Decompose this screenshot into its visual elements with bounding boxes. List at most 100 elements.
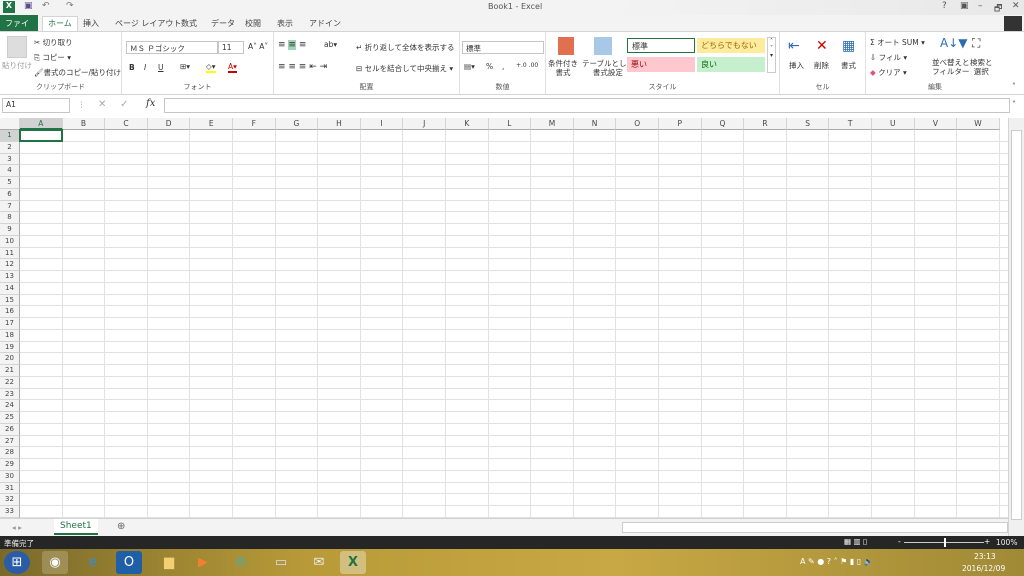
row-header[interactable]: 16 (0, 306, 20, 318)
chrome-taskbar-icon[interactable]: ◉ (42, 551, 68, 574)
row-header[interactable]: 9 (0, 224, 20, 236)
row-header[interactable]: 3 (0, 153, 20, 166)
column-header[interactable]: F (233, 118, 276, 130)
percent-button[interactable]: % (486, 62, 493, 71)
enter-icon[interactable]: ✓ (120, 99, 128, 110)
row-header[interactable]: 25 (0, 412, 20, 424)
orientation-icon[interactable]: ab▾ (324, 40, 337, 49)
style-good[interactable]: 良い (697, 57, 765, 72)
tab-addins[interactable]: アドイン (304, 17, 346, 32)
font-color-icon[interactable]: A▾ (228, 62, 237, 73)
merge-center-button[interactable]: ⊟ セルを結合して中央揃え ▾ (356, 63, 453, 74)
collapse-ribbon-icon[interactable]: ˄ (1012, 82, 1016, 91)
conditional-format-button[interactable]: 条件付き 書式 (548, 59, 578, 77)
vertical-scrollbar[interactable] (1008, 118, 1024, 536)
ribbon-display-button[interactable]: ▣ (960, 1, 969, 11)
paste-button[interactable]: 貼り付け (2, 60, 32, 71)
selected-cell-a1[interactable] (19, 129, 63, 142)
row-header[interactable]: 2 (0, 141, 20, 154)
row-header[interactable]: 14 (0, 282, 20, 295)
row-header[interactable]: 30 (0, 470, 20, 483)
row-header[interactable]: 27 (0, 435, 20, 448)
currency-icon[interactable]: ▤▾ (464, 62, 475, 71)
style-normal[interactable]: 標準 (627, 38, 695, 53)
row-header[interactable]: 5 (0, 177, 20, 189)
ie-taskbar-icon[interactable]: e (80, 551, 106, 574)
row-header[interactable]: 15 (0, 294, 20, 307)
row-header[interactable]: 18 (0, 329, 20, 342)
view-buttons[interactable]: ▦ ▥ ▯ (844, 537, 867, 546)
column-header[interactable]: U (872, 118, 915, 130)
horizontal-scrollbar[interactable] (622, 522, 1008, 533)
insert-cells-button[interactable]: 挿入 (789, 60, 804, 71)
zoom-out-button[interactable]: - (898, 537, 901, 546)
media-player-taskbar-icon[interactable]: ▶ (190, 551, 216, 574)
column-header[interactable]: O (616, 118, 659, 130)
column-header[interactable]: M (531, 118, 574, 130)
vertical-scroll-thumb[interactable] (1011, 130, 1022, 520)
tab-file[interactable]: ファイル (0, 15, 38, 39)
redo-icon[interactable]: ↷ (66, 1, 74, 11)
clock-date[interactable]: 2016/12/09 (962, 564, 1005, 573)
column-header[interactable]: V (914, 118, 958, 130)
column-header[interactable]: L (488, 118, 532, 130)
clear-button[interactable]: ◆ クリア ▾ (870, 67, 907, 78)
outlook-taskbar-icon[interactable]: O (116, 551, 142, 574)
row-header[interactable]: 10 (0, 235, 20, 248)
row-header[interactable]: 21 (0, 365, 20, 377)
row-header[interactable]: 4 (0, 165, 20, 177)
clock-time[interactable]: 23:13 (974, 552, 996, 561)
start-button[interactable]: ⊞ (4, 551, 30, 574)
insert-function-button[interactable]: fx (146, 98, 155, 109)
zoom-slider-thumb[interactable] (944, 538, 946, 547)
grow-font-button[interactable]: A˄ A˅ (248, 42, 268, 51)
font-name-select[interactable]: ＭＳ Ｐゴシック (126, 41, 218, 54)
italic-button[interactable]: I (144, 63, 146, 72)
explorer-taskbar-icon[interactable]: ▆ (156, 551, 182, 574)
number-format-select[interactable]: 標準 (462, 41, 544, 54)
format-cells-button[interactable]: 書式 (841, 60, 856, 71)
tab-formulas[interactable]: 数式 (176, 17, 202, 32)
help-button[interactable]: ? (942, 1, 947, 11)
name-box[interactable]: A1 (2, 98, 70, 113)
column-header[interactable]: T (829, 118, 872, 130)
style-neutral[interactable]: どちらでもない (697, 38, 765, 53)
cut-button[interactable]: ✂ 切り取り (34, 37, 73, 48)
column-header[interactable]: R (744, 118, 787, 130)
decimal-icons[interactable]: +.0 .00 (516, 62, 538, 69)
horizontal-align-icons[interactable]: ≡ ≡ ≡ ⇤ ⇥ (278, 62, 327, 72)
tab-insert[interactable]: 挿入 (78, 17, 104, 32)
row-header[interactable]: 32 (0, 494, 20, 506)
computer-taskbar-icon[interactable]: ▭ (268, 551, 294, 574)
comma-button[interactable]: , (502, 62, 504, 71)
close-button[interactable]: ✕ (1012, 1, 1020, 11)
tab-page-layout[interactable]: ページ レイアウト (110, 17, 186, 32)
system-tray-icons[interactable]: A ✎ ● ? ˄ ⚑ ▮ ▯ 🔈 (800, 557, 874, 566)
zoom-level[interactable]: 100% (996, 538, 1017, 547)
expand-formula-icon[interactable]: ˅ (1012, 100, 1016, 109)
column-header[interactable]: C (105, 118, 148, 130)
column-header[interactable]: N (573, 118, 617, 130)
column-header[interactable]: G (275, 118, 319, 130)
column-header[interactable]: I (360, 118, 404, 130)
row-header[interactable]: 11 (0, 247, 20, 260)
column-header[interactable]: J (403, 118, 446, 130)
row-header[interactable]: 8 (0, 212, 20, 224)
row-header[interactable]: 13 (0, 271, 20, 283)
sort-filter-button[interactable]: 並べ替えと フィルター (932, 58, 970, 76)
row-header[interactable]: 6 (0, 188, 20, 201)
autosum-button[interactable]: Σ オート SUM ▾ (870, 37, 925, 48)
tab-review[interactable]: 校閲 (240, 17, 266, 32)
vertical-align-icons[interactable]: ≡ ≡ ≡ (278, 40, 306, 50)
tab-home[interactable]: ホーム (42, 16, 78, 32)
cancel-icon[interactable]: ✕ (98, 99, 106, 110)
row-header[interactable]: 7 (0, 200, 20, 213)
column-header[interactable]: D (147, 118, 191, 130)
sheet-tab-sheet1[interactable]: Sheet1 (54, 519, 98, 535)
row-header[interactable]: 23 (0, 388, 20, 401)
column-header[interactable]: W (957, 118, 1000, 130)
style-bad[interactable]: 悪い (627, 57, 695, 72)
column-header[interactable]: K (446, 118, 489, 130)
new-sheet-button[interactable]: ⊕ (117, 521, 125, 532)
column-header[interactable]: S (786, 118, 830, 130)
